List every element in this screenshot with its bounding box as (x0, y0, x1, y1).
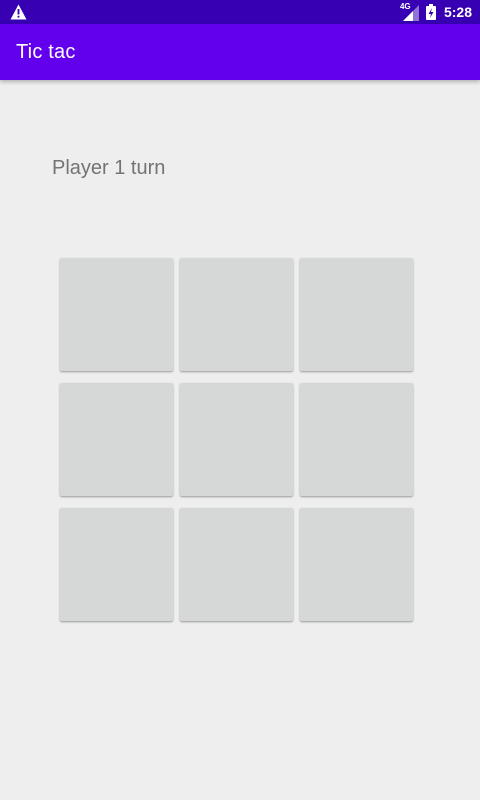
screen: 4G 5:28 Tic tac Player 1 turn (0, 0, 480, 800)
network-indicator: 4G (400, 3, 420, 21)
board-cell-2-3[interactable] (300, 383, 413, 496)
app-title: Tic tac (16, 41, 76, 63)
board-cell-3-1[interactable] (60, 508, 173, 621)
board-cell-2-1[interactable] (60, 383, 173, 496)
battery-charging-icon (425, 4, 436, 20)
board-cell-1-2[interactable] (180, 258, 293, 371)
board-cell-1-3[interactable] (300, 258, 413, 371)
status-time: 5:28 (443, 4, 472, 20)
board-cell-3-3[interactable] (300, 508, 413, 621)
board-cell-2-2[interactable] (180, 383, 293, 496)
warning-icon (10, 4, 27, 20)
status-bar: 4G 5:28 (0, 0, 480, 24)
app-bar: Tic tac (0, 24, 480, 80)
signal-icon (402, 5, 419, 21)
status-icons: 4G 5:28 (400, 0, 472, 24)
board-cell-3-2[interactable] (180, 508, 293, 621)
turn-indicator: Player 1 turn (52, 157, 166, 179)
board-cell-1-1[interactable] (60, 258, 173, 371)
